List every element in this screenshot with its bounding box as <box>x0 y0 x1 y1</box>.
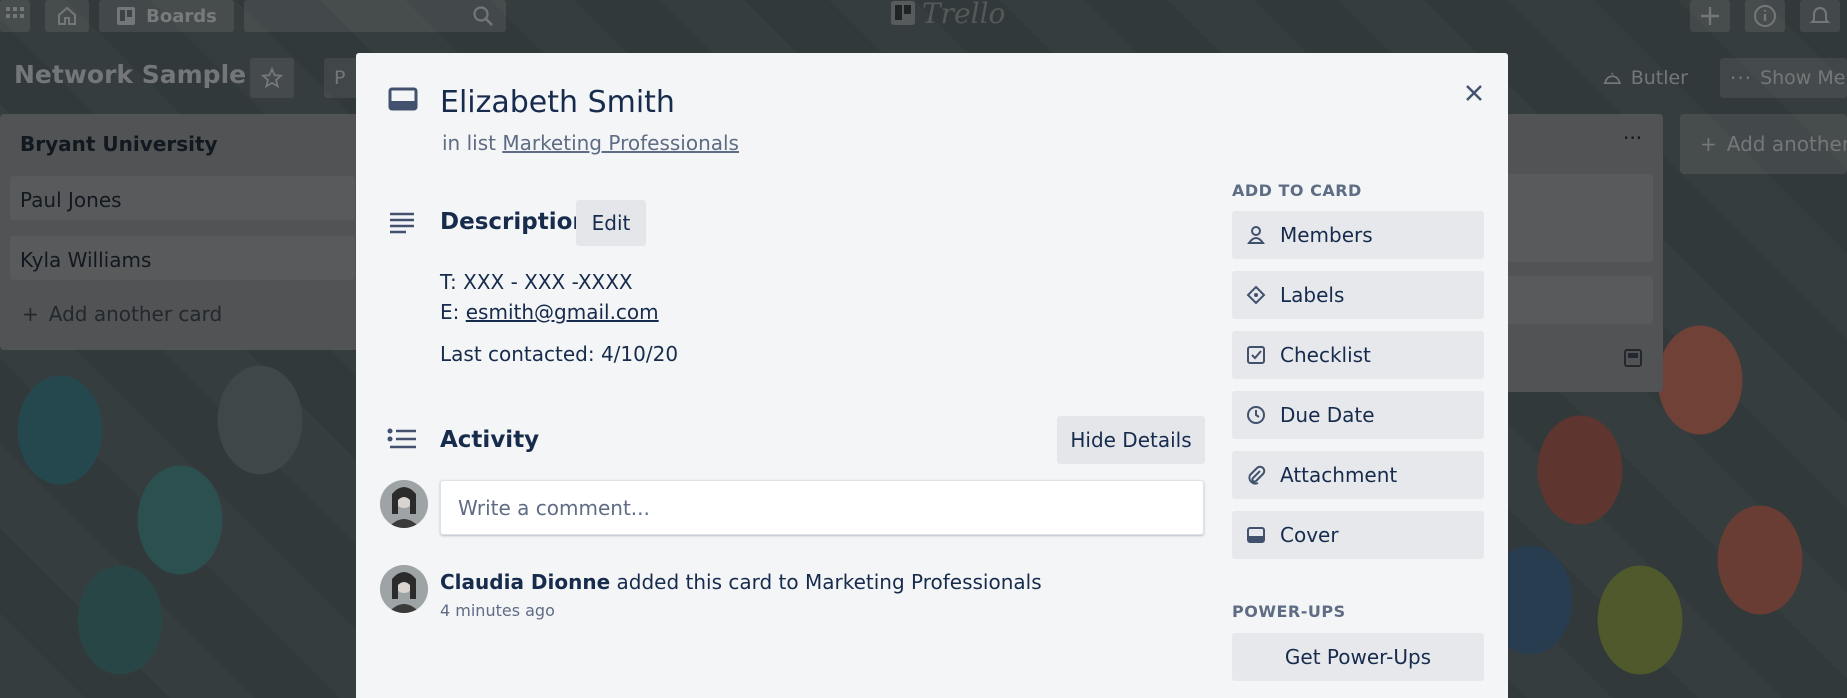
comment-input[interactable] <box>440 480 1204 535</box>
get-power-ups-label: Get Power-Ups <box>1284 645 1432 669</box>
current-user-avatar[interactable] <box>380 480 428 528</box>
email-link[interactable]: esmith@gmail.com <box>466 300 659 324</box>
activity-timestamp[interactable]: 4 minutes ago <box>440 601 555 620</box>
in-list-prefix: in list <box>442 131 496 155</box>
labels-label: Labels <box>1280 283 1345 307</box>
avatar-image <box>380 480 428 528</box>
description-icon <box>390 212 414 234</box>
paperclip-icon <box>1246 465 1266 485</box>
list-link[interactable]: Marketing Professionals <box>502 131 739 155</box>
cover-icon <box>1246 525 1266 545</box>
email-prefix: E: <box>440 300 460 324</box>
activity-action: added this card to Marketing Professiona… <box>616 570 1042 594</box>
description-phone: T: XXX - XXX -XXXX <box>440 270 633 294</box>
get-power-ups-button[interactable]: Get Power-Ups <box>1232 633 1484 681</box>
members-button[interactable]: Members <box>1232 211 1484 259</box>
edit-description-button[interactable]: Edit <box>576 200 646 246</box>
cover-button[interactable]: Cover <box>1232 511 1484 559</box>
description-last-contacted: Last contacted: 4/10/20 <box>440 342 679 366</box>
add-to-card-heading: ADD TO CARD <box>1232 181 1362 200</box>
description-email-line: E: esmith@gmail.com <box>440 300 659 324</box>
attachment-label: Attachment <box>1280 463 1398 487</box>
description-heading: Description <box>440 209 589 235</box>
card-title[interactable]: Elizabeth Smith <box>440 85 675 120</box>
hide-details-button[interactable]: Hide Details <box>1057 416 1205 464</box>
activity-user-name[interactable]: Claudia Dionne <box>440 570 610 594</box>
clock-icon <box>1246 405 1266 425</box>
due-date-button[interactable]: Due Date <box>1232 391 1484 439</box>
due-date-label: Due Date <box>1280 403 1375 427</box>
person-icon <box>1246 225 1266 245</box>
labels-button[interactable]: Labels <box>1232 271 1484 319</box>
close-icon <box>1466 85 1482 101</box>
card-detail-modal: Elizabeth Smith in list Marketing Profes… <box>356 53 1508 698</box>
avatar-image <box>380 565 428 613</box>
checklist-button[interactable]: Checklist <box>1232 331 1484 379</box>
tag-icon <box>1246 285 1266 305</box>
in-list-text: in list Marketing Professionals <box>442 131 739 155</box>
activity-user-avatar[interactable] <box>380 565 428 613</box>
card-icon <box>388 87 418 111</box>
activity-icon <box>387 428 416 449</box>
checkbox-icon <box>1246 345 1266 365</box>
close-button[interactable] <box>1456 75 1492 111</box>
cover-label: Cover <box>1280 523 1339 547</box>
members-label: Members <box>1280 223 1373 247</box>
activity-entry: Claudia Dionne added this card to Market… <box>440 570 1042 594</box>
power-ups-heading: POWER-UPS <box>1232 602 1346 621</box>
attachment-button[interactable]: Attachment <box>1232 451 1484 499</box>
activity-heading: Activity <box>440 427 540 453</box>
checklist-label: Checklist <box>1280 343 1371 367</box>
